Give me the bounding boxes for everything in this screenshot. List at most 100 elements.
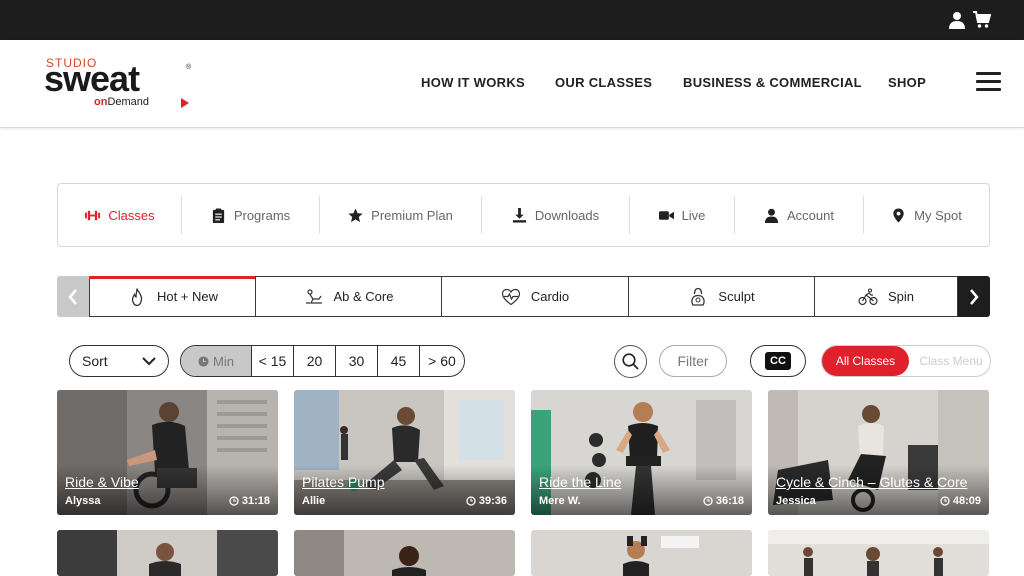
class-card[interactable] bbox=[768, 530, 989, 576]
subnav-classes[interactable]: Classes bbox=[60, 184, 180, 246]
nav-business-commercial[interactable]: BUSINESS & COMMERCIAL bbox=[683, 75, 862, 90]
subnav-live[interactable]: Live bbox=[630, 184, 734, 246]
class-duration: 31:18 bbox=[229, 495, 270, 507]
star-icon bbox=[348, 207, 363, 222]
class-instructor: Allie bbox=[302, 495, 326, 507]
bike-icon bbox=[858, 287, 878, 305]
category-hot-new[interactable]: Hot + New bbox=[89, 276, 256, 317]
class-duration: 36:18 bbox=[703, 495, 744, 507]
category-sculpt[interactable]: Sculpt bbox=[629, 276, 815, 317]
class-duration: 39:36 bbox=[466, 495, 507, 507]
duration-30[interactable]: 30 bbox=[335, 346, 377, 376]
site-header: STUDIO sweat ® onDemand HOW IT WORKS OUR… bbox=[0, 40, 1024, 128]
class-view-toggle[interactable]: All Classes Class Menu bbox=[821, 345, 991, 377]
class-card[interactable]: Ride the Line Mere W. 36:18 bbox=[531, 390, 752, 515]
subnav-premium-plan[interactable]: Premium Plan bbox=[320, 184, 481, 246]
logo-demand-text: Demand bbox=[107, 96, 150, 108]
class-menu-option[interactable]: Class Menu bbox=[912, 346, 990, 376]
category-spin[interactable]: Spin bbox=[815, 276, 958, 317]
subnav-label: Account bbox=[787, 207, 834, 223]
duration-45[interactable]: 45 bbox=[377, 346, 419, 376]
subnav-label: Classes bbox=[108, 207, 155, 223]
nav-how-it-works[interactable]: HOW IT WORKS bbox=[421, 75, 525, 90]
duration-20[interactable]: 20 bbox=[293, 346, 335, 376]
duration-label: Min bbox=[213, 353, 234, 369]
cart-icon[interactable] bbox=[973, 11, 991, 29]
subnav-downloads[interactable]: Downloads bbox=[482, 184, 629, 246]
class-card[interactable]: Cycle & Cinch – Glutes & Core Jessica 48… bbox=[768, 390, 989, 515]
clock-icon bbox=[940, 496, 950, 506]
map-pin-icon bbox=[893, 207, 904, 223]
logo-play-icon bbox=[181, 98, 189, 108]
logo-on-text: on bbox=[94, 96, 108, 108]
class-instructor: Alyssa bbox=[65, 495, 101, 507]
situp-icon bbox=[305, 288, 322, 304]
closed-captions-button[interactable]: CC bbox=[750, 345, 806, 377]
clock-icon bbox=[198, 355, 209, 367]
category-label: Cardio bbox=[530, 289, 570, 304]
user-icon[interactable] bbox=[948, 11, 966, 29]
subnav-programs[interactable]: Programs bbox=[182, 184, 319, 246]
clock-icon bbox=[466, 496, 476, 506]
search-icon bbox=[622, 353, 639, 370]
class-card[interactable] bbox=[294, 530, 515, 576]
category-label: Spin bbox=[887, 289, 915, 304]
category-carousel: Hot + New Ab & Core Cardio Sculpt Spin bbox=[57, 276, 990, 317]
class-card[interactable] bbox=[531, 530, 752, 576]
heart-pulse-icon bbox=[501, 288, 520, 305]
search-button[interactable] bbox=[614, 345, 647, 378]
sort-dropdown[interactable]: Sort bbox=[69, 345, 169, 377]
subnav-label: Downloads bbox=[534, 207, 600, 223]
duration-min-label: Min bbox=[181, 346, 251, 376]
dumbbell-icon bbox=[85, 210, 101, 220]
thumbnail-overlay bbox=[531, 465, 752, 515]
logo-sweat-text: sweat bbox=[44, 58, 140, 99]
class-thumbnail bbox=[768, 530, 989, 576]
carousel-prev-button[interactable] bbox=[57, 276, 89, 317]
category-ab-core[interactable]: Ab & Core bbox=[256, 276, 442, 317]
nav-our-classes[interactable]: OUR CLASSES bbox=[555, 75, 652, 90]
duration-under-15[interactable]: < 15 bbox=[251, 346, 293, 376]
subnav-label: My Spot bbox=[914, 207, 962, 223]
class-title[interactable]: Ride the Line bbox=[539, 474, 622, 490]
class-duration: 48:09 bbox=[940, 495, 981, 507]
chevron-down-icon bbox=[142, 356, 156, 365]
category-label: Sculpt bbox=[718, 289, 755, 304]
class-instructor: Jessica bbox=[776, 495, 816, 507]
class-card[interactable] bbox=[57, 530, 278, 576]
class-duration-text: 39:36 bbox=[478, 495, 507, 507]
subnav-label: Premium Plan bbox=[371, 207, 453, 223]
category-label: Ab & Core bbox=[333, 289, 394, 304]
top-bar bbox=[0, 0, 1024, 40]
class-card[interactable]: Pilates Pump Allie 39:36 bbox=[294, 390, 515, 515]
kettlebell-icon bbox=[691, 287, 706, 306]
hamburger-icon[interactable] bbox=[976, 71, 1001, 91]
thumbnail-overlay bbox=[768, 465, 989, 515]
class-thumbnail bbox=[294, 530, 515, 576]
subnav-my-spot[interactable]: My Spot bbox=[864, 184, 989, 246]
class-duration-text: 48:09 bbox=[952, 495, 981, 507]
video-icon bbox=[658, 210, 674, 220]
user-icon bbox=[764, 208, 779, 223]
class-card[interactable]: Ride & Vibe Alyssa 31:18 bbox=[57, 390, 278, 515]
nav-shop[interactable]: SHOP bbox=[888, 75, 926, 90]
carousel-next-button[interactable] bbox=[958, 276, 990, 317]
cc-icon: CC bbox=[765, 352, 791, 370]
filter-button[interactable]: Filter bbox=[659, 345, 727, 377]
class-title[interactable]: Cycle & Cinch – Glutes & Core bbox=[776, 474, 967, 490]
subnav-label: Programs bbox=[233, 207, 291, 223]
class-duration-text: 36:18 bbox=[715, 495, 744, 507]
class-title[interactable]: Pilates Pump bbox=[302, 474, 384, 490]
category-cardio[interactable]: Cardio bbox=[442, 276, 629, 317]
class-duration-text: 31:18 bbox=[241, 495, 270, 507]
subnav-account[interactable]: Account bbox=[735, 184, 863, 246]
studio-sweat-logo[interactable]: STUDIO sweat ® onDemand bbox=[44, 56, 194, 112]
logo-registered-mark: ® bbox=[186, 64, 192, 71]
class-title[interactable]: Ride & Vibe bbox=[65, 474, 139, 490]
member-nav: Classes Programs Premium Plan Downloads … bbox=[57, 183, 990, 247]
all-classes-option[interactable]: All Classes bbox=[822, 346, 909, 376]
filter-row: Sort Min < 15 20 30 45 > 60 Filter CC Al… bbox=[0, 345, 1024, 378]
duration-filter: Min < 15 20 30 45 > 60 bbox=[180, 345, 465, 377]
flame-icon bbox=[131, 287, 143, 306]
duration-over-60[interactable]: > 60 bbox=[419, 346, 464, 376]
